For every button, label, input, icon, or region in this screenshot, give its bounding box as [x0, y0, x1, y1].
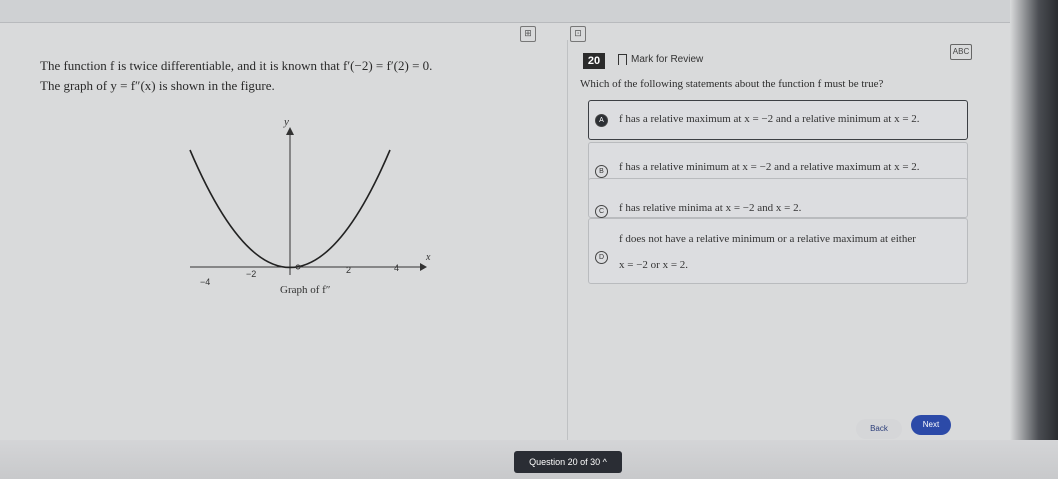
abc-eliminator-button[interactable]: ABC	[950, 44, 972, 60]
question-counter-label: Question 20 of 30	[529, 457, 601, 467]
calculator-icon[interactable]: ⊞	[520, 26, 536, 42]
choice-letter-a: A	[595, 114, 608, 127]
x-axis-label: x	[425, 252, 431, 263]
question-line-2: The graph of y = f″(x) is shown in the f…	[40, 78, 275, 93]
choice-d-text: f does not have a relative minimum or a …	[619, 233, 916, 245]
tick-label: −4	[200, 277, 210, 287]
question-line-1: The function f is twice differentiable, …	[40, 58, 433, 73]
choice-b[interactable]: B f has a relative minimum at x = −2 and…	[588, 142, 968, 182]
tick-label: −2	[246, 269, 256, 279]
y-axis-label: y	[283, 116, 289, 128]
choice-letter-d: D	[595, 251, 608, 264]
y-axis-arrow	[286, 127, 294, 135]
choice-b-text: f has a relative minimum at x = −2 and a…	[619, 161, 920, 173]
graph-caption: Graph of f″	[280, 284, 330, 296]
choice-d[interactable]: D f does not have a relative minimum or …	[588, 218, 968, 284]
choice-letter-b: B	[595, 165, 608, 178]
tick-label: 2	[346, 265, 351, 275]
bookmark-icon	[618, 54, 627, 65]
back-button[interactable]: Back	[856, 419, 902, 439]
choice-letter-c: C	[595, 205, 608, 218]
choice-a[interactable]: A f has a relative maximum at x = −2 and…	[588, 100, 968, 140]
choice-d-text-2: x = −2 or x = 2.	[619, 259, 689, 271]
question-number: 20	[583, 53, 605, 69]
chevron-up-icon: ^	[602, 457, 607, 467]
choice-c[interactable]: C f has relative minima at x = −2 and x …	[588, 178, 968, 218]
graph-f-double-prime: y x −4 −2 2 4 Graph of f″	[189, 116, 431, 296]
reference-icon[interactable]: ⊡	[570, 26, 586, 42]
mark-label: Mark for Review	[631, 54, 704, 65]
right-edge	[1010, 0, 1058, 479]
question-counter-button[interactable]: Question 20 of 30 ^	[514, 451, 622, 473]
next-button[interactable]: Next	[911, 415, 951, 435]
tick-label: 4	[394, 263, 399, 273]
x-axis-arrow	[420, 263, 427, 271]
choice-c-text: f has relative minima at x = −2 and x = …	[619, 202, 802, 214]
top-bar	[0, 0, 1058, 23]
mark-for-review-button[interactable]: Mark for Review	[618, 54, 703, 65]
choice-a-text: f has a relative maximum at x = −2 and a…	[619, 113, 920, 125]
question-prompt: Which of the following statements about …	[580, 78, 884, 90]
panel-divider	[567, 40, 568, 440]
